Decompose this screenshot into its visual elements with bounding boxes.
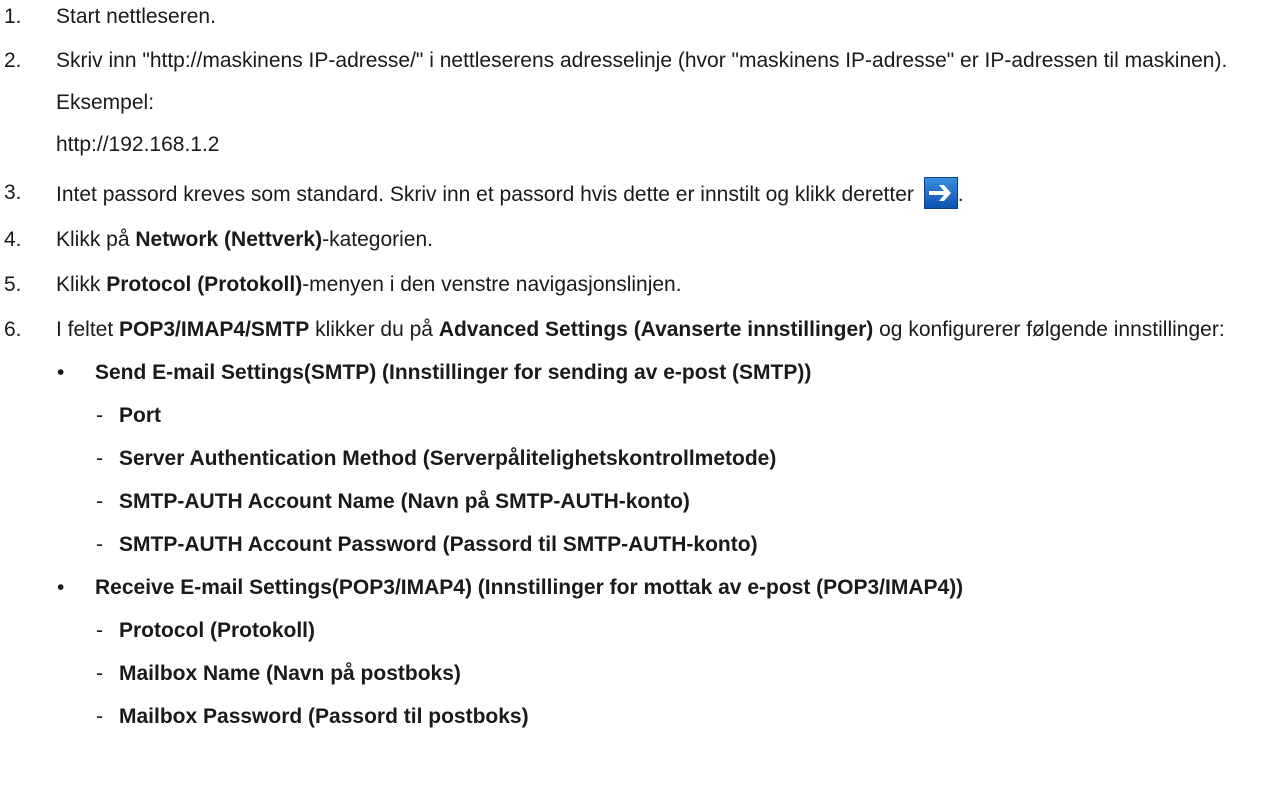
- step-number: 6.: [4, 318, 22, 341]
- step-text-post: -menyen i den venstre navigasjonslinjen.: [302, 273, 682, 296]
- step-6: 6. I feltet POP3/IMAP4/SMTP klikker du p…: [0, 314, 1280, 346]
- bullet-item-receive-settings: • Receive E-mail Settings(POP3/IMAP4) (I…: [57, 572, 1280, 604]
- step-text-pre: I feltet: [56, 318, 120, 341]
- step-1: 1. Start nettleseren.: [0, 1, 1280, 33]
- step-text: Intet passord kreves som standard. Skriv…: [56, 183, 920, 206]
- step-5: 5. Klikk Protocol (Protokoll)-menyen i d…: [0, 269, 1280, 301]
- dash-glyph: -: [96, 490, 103, 513]
- dash-glyph: -: [96, 447, 103, 470]
- sub-list-item: - Mailbox Name (Navn på postboks): [96, 658, 1280, 690]
- sub-list-item: - SMTP-AUTH Account Password (Passord ti…: [96, 529, 1280, 561]
- receive-settings-sublist: - Protocol (Protokoll) - Mailbox Name (N…: [95, 615, 1280, 733]
- example-label: Eksempel:: [56, 91, 155, 114]
- step-number: 4.: [4, 228, 22, 251]
- step-number: 2.: [4, 49, 22, 72]
- sub-list-item-label: Server Authentication Method (Serverpåli…: [119, 447, 777, 470]
- step-3: 3. Intet passord kreves som standard. Sk…: [0, 177, 1280, 211]
- step-text-post: -kategorien.: [322, 228, 433, 251]
- step-text-mid: klikker du på: [309, 318, 439, 341]
- step-text-bold: Advanced Settings (Avanserte innstilling…: [438, 318, 874, 341]
- step-number: 1.: [4, 5, 22, 28]
- sub-list-item-label: SMTP-AUTH Account Name (Navn på SMTP-AUT…: [119, 490, 690, 513]
- step-text: Start nettleseren.: [56, 5, 216, 28]
- sub-list-item-label: Protocol (Protokoll): [119, 619, 315, 642]
- step-2: 2. Skriv inn "http://maskinens IP-adress…: [0, 45, 1280, 161]
- sub-list-item: - Protocol (Protokoll): [96, 615, 1280, 647]
- dash-glyph: -: [96, 619, 103, 642]
- bullet-title: Receive E-mail Settings(POP3/IMAP4) (Inn…: [95, 576, 964, 599]
- sub-list-item: - Port: [96, 400, 1280, 432]
- bullet-glyph: •: [57, 576, 65, 599]
- step-number: 5.: [4, 273, 22, 296]
- sub-list-item-label: Port: [119, 404, 161, 427]
- sub-list-item-label: Mailbox Name (Navn på postboks): [119, 662, 461, 685]
- dash-glyph: -: [96, 404, 103, 427]
- step-number: 3.: [4, 181, 22, 204]
- sub-list-item: - Server Authentication Method (Serverpå…: [96, 443, 1280, 475]
- sub-list-item-label: Mailbox Password (Passord til postboks): [119, 705, 529, 728]
- step-text-end: .: [957, 183, 964, 206]
- step-text-post: og konfigurerer følgende innstillinger:: [873, 318, 1225, 341]
- step-4: 4. Klikk på Network (Nettverk)-kategorie…: [0, 224, 1280, 256]
- step-text-bold: Protocol (Protokoll): [106, 273, 303, 296]
- dash-glyph: -: [96, 705, 103, 728]
- step-text: Skriv inn "http://maskinens IP-adresse/"…: [56, 49, 1228, 72]
- step-text-bold: POP3/IMAP4/SMTP: [119, 318, 310, 341]
- dash-glyph: -: [96, 662, 103, 685]
- instruction-document: 1. Start nettleseren. 2. Skriv inn "http…: [0, 0, 1280, 733]
- bullet-glyph: •: [57, 361, 65, 384]
- sub-list-item: - SMTP-AUTH Account Name (Navn på SMTP-A…: [96, 486, 1280, 518]
- sub-list-item: - Mailbox Password (Passord til postboks…: [96, 701, 1280, 733]
- step-text-pre: Klikk på: [56, 228, 136, 251]
- blue-arrow-right-icon: [923, 177, 958, 209]
- step-text-bold: Network (Nettverk): [135, 228, 323, 251]
- bullet-item-send-settings: • Send E-mail Settings(SMTP) (Innstillin…: [57, 357, 1280, 389]
- example-value: http://192.168.1.2: [56, 133, 220, 156]
- step-text-pre: Klikk: [56, 273, 107, 296]
- settings-list: • Send E-mail Settings(SMTP) (Innstillin…: [0, 357, 1280, 733]
- bullet-title: Send E-mail Settings(SMTP) (Innstillinge…: [95, 361, 812, 384]
- dash-glyph: -: [96, 533, 103, 556]
- sub-list-item-label: SMTP-AUTH Account Password (Passord til …: [119, 533, 758, 556]
- send-settings-sublist: - Port - Server Authentication Method (S…: [95, 400, 1280, 561]
